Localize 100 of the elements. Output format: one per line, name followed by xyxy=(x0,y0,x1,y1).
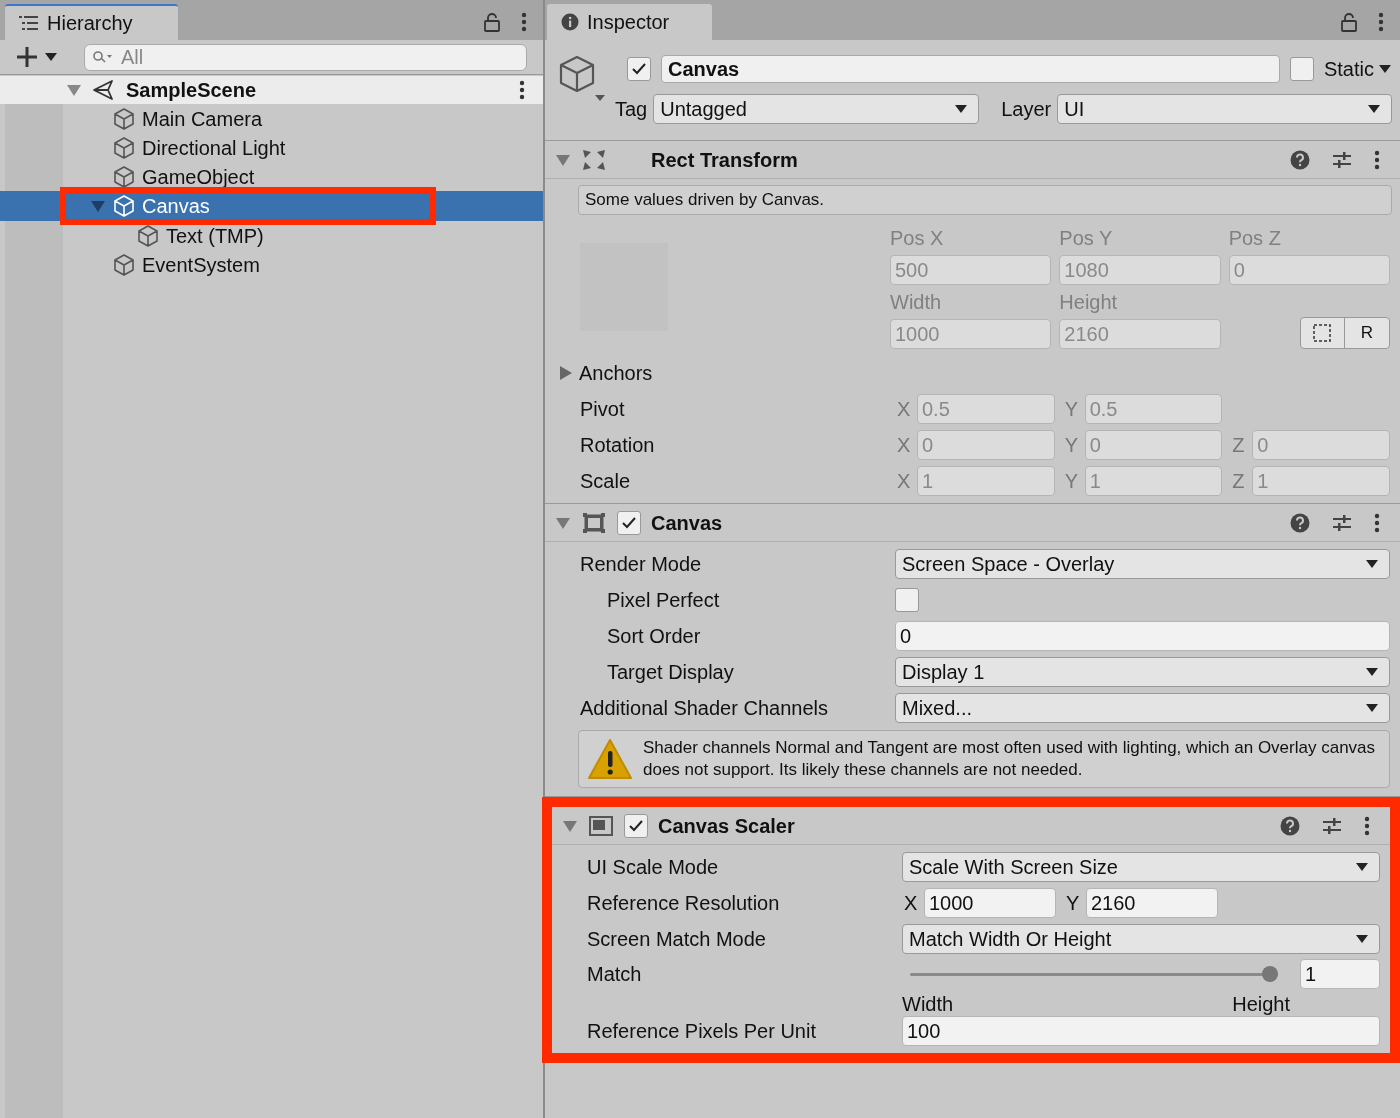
hierarchy-item[interactable]: Directional Light xyxy=(0,133,543,162)
foldout-triangle-icon[interactable] xyxy=(66,82,82,98)
axis-label: X xyxy=(904,891,919,916)
dropdown[interactable]: Screen Space - Overlay xyxy=(895,549,1390,579)
checkbox[interactable] xyxy=(895,588,919,612)
more-icon[interactable] xyxy=(1364,815,1370,836)
sliders-icon[interactable] xyxy=(1332,149,1352,170)
number-field[interactable]: 100 xyxy=(902,1016,1380,1046)
name-field[interactable]: Canvas xyxy=(661,55,1280,83)
field-label: UI Scale Mode xyxy=(587,855,720,880)
sliders-icon[interactable] xyxy=(1332,512,1352,533)
cube-icon xyxy=(112,252,136,277)
help-icon[interactable] xyxy=(1290,149,1310,170)
inspector-tab[interactable]: Inspector xyxy=(547,4,712,40)
tag-dropdown[interactable]: Untagged xyxy=(653,94,980,124)
number-field[interactable]: 2160 xyxy=(1086,888,1218,918)
dropdown[interactable]: Mixed... xyxy=(895,693,1390,723)
caret-icon xyxy=(1355,862,1369,872)
component-header[interactable]: Canvas xyxy=(545,504,1400,542)
field-label: Target Display xyxy=(607,660,735,685)
caret-icon xyxy=(1367,104,1381,114)
canvas-icon xyxy=(581,510,607,535)
foldout-triangle-icon xyxy=(559,365,573,381)
caret-icon xyxy=(1355,934,1369,944)
caret-icon xyxy=(1365,559,1379,569)
caret-icon xyxy=(1365,703,1379,713)
caret-icon xyxy=(1378,64,1392,74)
hierarchy-tab[interactable]: Hierarchy xyxy=(5,4,178,40)
sliders-icon[interactable] xyxy=(1322,815,1342,836)
scene-row[interactable]: SampleScene xyxy=(0,76,543,104)
checkmark-icon xyxy=(631,61,647,77)
checkbox[interactable] xyxy=(624,813,648,838)
field-label: Reference Pixels Per Unit xyxy=(587,1019,817,1044)
dashed-square-icon xyxy=(1313,324,1332,342)
field-label: Scale xyxy=(580,469,632,494)
more-icon[interactable] xyxy=(519,80,525,100)
more-icon[interactable] xyxy=(1374,512,1380,533)
static-dropdown[interactable]: Static xyxy=(1323,54,1392,84)
lock-icon[interactable] xyxy=(1340,12,1358,32)
dropdown[interactable]: Display 1 xyxy=(895,657,1390,687)
number-field[interactable]: 1000 xyxy=(924,888,1056,918)
field-label: Additional Shader Channels xyxy=(580,696,829,721)
axis-label: Y xyxy=(1066,891,1081,916)
caret-icon xyxy=(44,52,58,62)
cube-icon xyxy=(136,223,160,248)
hierarchy-item[interactable]: Main Camera xyxy=(0,104,543,133)
axis-label: Z xyxy=(1232,433,1246,458)
tag-label: Tag xyxy=(615,97,648,122)
plus-icon xyxy=(16,46,38,68)
help-icon[interactable] xyxy=(1280,815,1300,836)
layer-label: Layer xyxy=(1001,97,1052,122)
axis-label: Z xyxy=(1232,469,1246,494)
axis-label: Y xyxy=(1064,397,1079,422)
number-field[interactable]: 0 xyxy=(895,621,1390,651)
field-label: Render Mode xyxy=(580,552,703,577)
field-label: Pos X xyxy=(890,226,945,251)
checkbox[interactable] xyxy=(617,510,641,535)
more-icon[interactable] xyxy=(1378,12,1384,32)
canvas-scaler-icon xyxy=(588,813,614,838)
component-header[interactable]: Rect Transform xyxy=(545,141,1400,179)
component-header[interactable]: Canvas Scaler xyxy=(552,807,1390,845)
number-field[interactable]: 1 xyxy=(1300,959,1380,989)
more-icon[interactable] xyxy=(521,12,527,32)
field-label: Rotation xyxy=(580,433,656,458)
slider-track[interactable] xyxy=(910,966,1278,982)
field-label: Sort Order xyxy=(607,624,702,649)
rect-transform-icon xyxy=(581,147,607,172)
cube-icon xyxy=(112,164,136,189)
axis-label: X xyxy=(897,433,912,458)
field-label: Width xyxy=(890,290,943,315)
help-icon[interactable] xyxy=(1290,512,1310,533)
field-label: Pivot xyxy=(580,397,626,422)
field-label: Screen Match Mode xyxy=(587,927,767,952)
field-label: Pos Y xyxy=(1059,226,1114,251)
field-label: Match xyxy=(587,962,643,987)
cube-icon xyxy=(112,106,136,131)
warning-text: Shader channels Normal and Tangent are most often used with lighting, which an Overlay canvas does not support. Its likely these channels are not needed. xyxy=(643,737,1377,781)
axis-label: Y xyxy=(1064,469,1079,494)
dropdown[interactable]: Scale With Screen Size xyxy=(902,852,1380,882)
checkbox[interactable] xyxy=(627,57,651,81)
info-note: Some values driven by Canvas. xyxy=(578,185,1392,215)
lock-icon[interactable] xyxy=(483,12,501,32)
warning-icon xyxy=(587,738,633,780)
hierarchy-item[interactable]: EventSystem xyxy=(0,250,543,279)
field-label: Pos Z xyxy=(1228,226,1282,251)
highlight-frame: Canvas xyxy=(60,187,436,225)
highlight-frame: Canvas Scaler UI Scale Mode Scale With Screen Size Reference Resolution X 1000 Y 2160 Screen Match Mode Match Width Or Height Match 1 Width Height Reference Pixels Per Unit 100 xyxy=(542,797,1400,1063)
more-icon[interactable] xyxy=(1374,149,1380,170)
field-label: Height xyxy=(1059,290,1119,315)
slider-thumb[interactable] xyxy=(1262,966,1278,982)
axis-label: X xyxy=(897,397,912,422)
anchors-foldout[interactable]: Anchors xyxy=(559,358,653,388)
field-label: Pixel Perfect xyxy=(607,588,721,613)
axis-label: X xyxy=(897,469,912,494)
caret-icon xyxy=(1365,667,1379,677)
dropdown[interactable]: Match Width Or Height xyxy=(902,924,1380,954)
checkbox[interactable] xyxy=(1289,57,1314,81)
layer-dropdown[interactable]: UI xyxy=(1057,94,1392,124)
search-field[interactable]: All xyxy=(84,43,527,71)
field-label: Reference Resolution xyxy=(587,891,781,916)
